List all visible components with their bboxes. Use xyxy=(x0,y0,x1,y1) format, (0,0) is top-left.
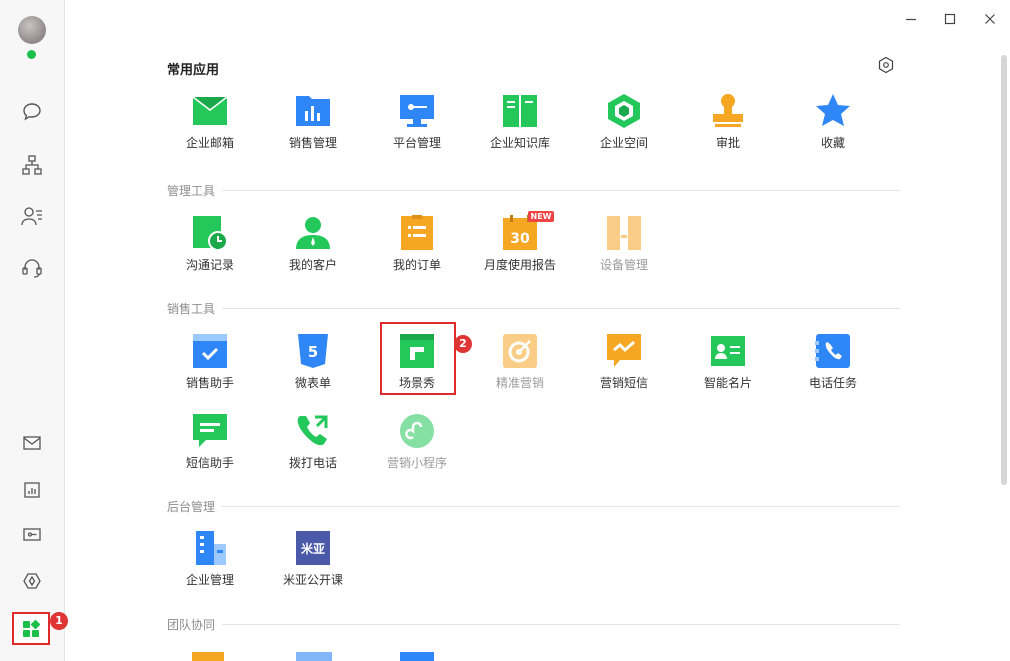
step-badge-2: 2 xyxy=(454,335,472,353)
book-icon xyxy=(503,95,537,127)
partial-app-icon xyxy=(192,652,224,661)
app-platform-management[interactable]: 平台管理 xyxy=(372,93,462,163)
sales-chart-icon xyxy=(296,96,330,126)
building-icon xyxy=(196,531,226,565)
apps-grid-icon xyxy=(23,619,40,637)
stamp-icon xyxy=(713,94,743,127)
clock-document-icon xyxy=(193,216,228,251)
svg-text:米亚: 米亚 xyxy=(301,541,325,556)
app-sales-management[interactable]: 销售管理 xyxy=(268,93,358,163)
maximize-button[interactable] xyxy=(941,10,959,28)
app-enterprise-management[interactable]: 企业管理 xyxy=(165,530,255,600)
message-icon xyxy=(193,414,227,447)
app-miya-course[interactable]: 米亚 米亚公开课 xyxy=(268,530,358,600)
close-button[interactable] xyxy=(981,10,999,28)
app-mail[interactable]: 企业邮箱 xyxy=(165,93,255,163)
step-badge-1: 1 xyxy=(50,612,68,630)
app-my-customers[interactable]: 我的客户 xyxy=(268,215,358,285)
sms-chart-icon xyxy=(607,334,641,367)
calendar-check-icon xyxy=(193,334,227,368)
settings-icon[interactable] xyxy=(877,56,895,74)
app-knowledge-base[interactable]: 企业知识库 xyxy=(475,93,565,163)
app-approval[interactable]: 审批 xyxy=(683,93,773,163)
order-list-icon xyxy=(401,215,433,250)
phone-book-icon xyxy=(815,334,850,368)
miya-logo-icon: 米亚 xyxy=(296,531,330,565)
section-title-backend: 后台管理 xyxy=(167,500,216,514)
section-title-sales: 销售工具 xyxy=(167,302,216,316)
app-phone-task[interactable]: 电话任务 xyxy=(788,333,878,403)
apps-button[interactable] xyxy=(12,612,50,645)
scrollbar[interactable] xyxy=(1001,55,1007,485)
report-icon[interactable] xyxy=(20,478,44,502)
maximize-icon xyxy=(944,13,956,25)
app-favorites[interactable]: 收藏 xyxy=(788,93,878,163)
app-smart-card[interactable]: 智能名片 xyxy=(683,333,773,403)
section-title-team: 团队协同 xyxy=(167,618,216,632)
target-icon xyxy=(503,334,537,368)
app-marketing-sms[interactable]: 营销短信 xyxy=(579,333,669,403)
new-badge: NEW xyxy=(528,211,554,222)
contacts-icon[interactable] xyxy=(20,204,44,228)
section-title-common: 常用应用 xyxy=(167,63,220,78)
online-status-dot xyxy=(27,50,36,59)
section-title-manage: 管理工具 xyxy=(167,184,216,198)
screen-icon[interactable] xyxy=(20,523,44,547)
app-sms-assistant[interactable]: 短信助手 xyxy=(165,413,255,483)
space-hexagon-icon xyxy=(608,94,640,128)
star-icon xyxy=(816,94,850,126)
html5-icon: 5 xyxy=(298,334,328,368)
mini-program-icon xyxy=(400,414,434,448)
left-sidebar: 1 xyxy=(0,0,68,661)
section-divider xyxy=(222,308,900,309)
customer-service-icon[interactable] xyxy=(20,256,44,280)
monitor-icon xyxy=(400,95,434,127)
section-divider xyxy=(222,190,900,191)
app-communication-record[interactable]: 沟通记录 xyxy=(165,215,255,285)
mail-icon xyxy=(192,96,228,125)
mail-icon[interactable] xyxy=(20,431,44,455)
minimize-button[interactable] xyxy=(902,10,920,28)
section-divider xyxy=(222,624,900,625)
app-enterprise-space[interactable]: 企业空间 xyxy=(579,93,669,163)
customer-icon xyxy=(296,217,330,249)
chat-icon[interactable] xyxy=(20,100,44,124)
svg-text:5: 5 xyxy=(308,343,318,361)
partial-app-icon xyxy=(296,652,332,661)
app-my-orders[interactable]: 我的订单 xyxy=(372,215,462,285)
app-micro-form[interactable]: 5 微表单 xyxy=(268,333,358,403)
device-icon xyxy=(607,216,641,250)
avatar[interactable] xyxy=(18,16,46,44)
partial-app-icon xyxy=(400,652,434,661)
app-mini-program[interactable]: 营销小程序 xyxy=(372,413,462,483)
app-precision-marketing[interactable]: 精准营销 xyxy=(475,333,565,403)
app-dial-phone[interactable]: 拨打电话 xyxy=(268,413,358,483)
hexagon-icon[interactable] xyxy=(20,569,44,593)
app-monthly-report[interactable]: 30 月度使用报告 xyxy=(475,215,565,285)
svg-text:30: 30 xyxy=(510,231,530,247)
section-divider xyxy=(222,506,900,507)
business-card-icon xyxy=(711,336,745,366)
app-device-management[interactable]: 设备管理 xyxy=(579,215,669,285)
org-chart-icon[interactable] xyxy=(20,153,44,177)
app-sales-assistant[interactable]: 销售助手 xyxy=(165,333,255,403)
phone-call-icon xyxy=(297,415,328,446)
app-window: 1 常用应用 企业邮箱 销售管理 平台管理 企业知识库 企业空间 审批 收藏 管… xyxy=(0,0,1010,661)
highlight-box xyxy=(380,322,456,395)
close-icon xyxy=(985,14,995,24)
minimize-icon xyxy=(906,18,916,21)
